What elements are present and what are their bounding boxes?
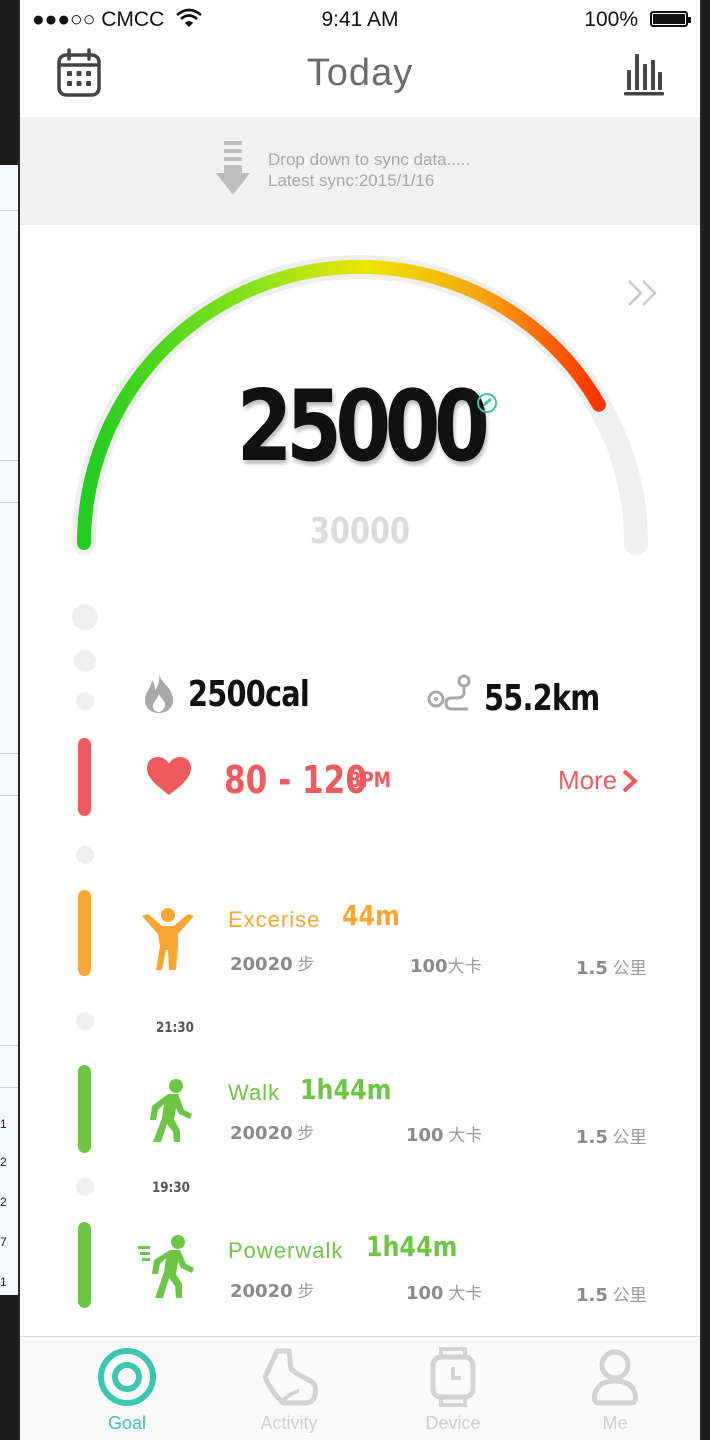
walk-bar bbox=[78, 1065, 91, 1153]
exercise-icon bbox=[142, 908, 194, 970]
activity-calories: 100大卡 bbox=[410, 956, 482, 977]
activity-duration: 44m bbox=[342, 899, 400, 932]
page-title: Today bbox=[306, 52, 414, 94]
heart-rate-unit: BPM bbox=[348, 768, 391, 792]
watch-icon bbox=[430, 1347, 476, 1407]
tab-label: Goal bbox=[107, 1413, 147, 1433]
nav-bar: Today bbox=[20, 40, 700, 116]
activity-duration: 1h44m bbox=[366, 1230, 458, 1263]
person-icon bbox=[592, 1349, 638, 1406]
flame-icon bbox=[145, 674, 173, 713]
chevron-right-icon[interactable] bbox=[620, 768, 640, 794]
sync-hint: Drop down to sync data..... bbox=[268, 150, 471, 169]
last-sync: Latest sync:2015/1/16 bbox=[268, 171, 435, 190]
activity-duration: 1h44m bbox=[300, 1073, 392, 1106]
more-link[interactable]: More bbox=[558, 765, 617, 796]
distance-value: 55.2km bbox=[484, 678, 600, 719]
activity-distance: 1.5 公里 bbox=[576, 1285, 647, 1306]
timeline-dot bbox=[76, 846, 94, 864]
heart-icon bbox=[147, 757, 191, 795]
background-row-number: 7 bbox=[0, 1235, 7, 1249]
background-row-number: 1 bbox=[0, 1275, 7, 1289]
edit-goal-icon[interactable] bbox=[476, 392, 498, 414]
background-row-number: 1 bbox=[0, 1117, 7, 1131]
status-bar: ●●●○○ CMCC 9:41 AM 100% bbox=[20, 0, 700, 40]
tab-activity[interactable]: Activity bbox=[204, 1337, 374, 1440]
powerwalk-icon bbox=[138, 1235, 194, 1298]
activity-steps: 20020 步 bbox=[230, 1123, 315, 1144]
calories-value: 2500cal bbox=[188, 674, 310, 715]
timeline-dot bbox=[76, 1178, 94, 1196]
tab-device[interactable]: Device bbox=[368, 1337, 538, 1440]
activity-steps: 20020 步 bbox=[230, 954, 315, 975]
activity-name: Powerwalk bbox=[228, 1238, 344, 1263]
tab-goal[interactable]: Goal bbox=[42, 1337, 212, 1440]
target-icon bbox=[98, 1348, 156, 1406]
activity-calories: 100 大卡 bbox=[406, 1283, 483, 1304]
activity-distance: 1.5 公里 bbox=[576, 958, 647, 979]
activity-calories: 100 大卡 bbox=[406, 1125, 483, 1146]
tab-bar: Goal Activity Device Me bbox=[20, 1336, 700, 1440]
exercise-bar bbox=[78, 890, 91, 976]
activity-time: 19:30 bbox=[152, 1180, 190, 1196]
sync-banner[interactable]: Drop down to sync data..... Latest sync:… bbox=[20, 117, 700, 225]
phone-screen: ●●●○○ CMCC 9:41 AM 100% Today Drop down … bbox=[20, 0, 700, 1440]
step-goal: 30000 bbox=[309, 511, 411, 552]
activity-steps: 20020 步 bbox=[230, 1281, 315, 1302]
powerwalk-bar bbox=[78, 1222, 91, 1308]
tab-label: Device bbox=[425, 1413, 481, 1433]
battery-icon bbox=[650, 11, 691, 27]
battery-percent: 100% bbox=[584, 8, 638, 31]
activity-name: Excerise bbox=[228, 907, 321, 932]
heart-rate-range: 80 - 120 bbox=[224, 758, 368, 802]
timeline-dot bbox=[76, 692, 94, 710]
route-icon bbox=[427, 674, 471, 711]
background-window: 1 2 2 7 1 bbox=[0, 165, 19, 1295]
tab-me[interactable]: Me bbox=[530, 1337, 700, 1440]
timeline-dot bbox=[76, 1012, 94, 1030]
walk-icon bbox=[150, 1079, 192, 1142]
step-count: 25000 bbox=[236, 370, 490, 484]
activity-distance: 1.5 公里 bbox=[576, 1127, 647, 1148]
double-chevron-right-icon[interactable] bbox=[626, 278, 660, 308]
background-row-number: 2 bbox=[0, 1195, 7, 1209]
heart-rate-bar bbox=[78, 738, 91, 816]
tab-label: Me bbox=[602, 1413, 628, 1433]
activity-name: Walk bbox=[228, 1080, 281, 1105]
timeline-dot bbox=[72, 604, 98, 630]
activity-time: 21:30 bbox=[156, 1020, 194, 1036]
background-row-number: 2 bbox=[0, 1155, 7, 1169]
pull-down-arrow-icon bbox=[216, 141, 250, 195]
tab-label: Activity bbox=[260, 1413, 318, 1433]
bar-chart-icon[interactable] bbox=[624, 50, 664, 96]
timeline-dot bbox=[74, 650, 96, 672]
shoe-icon bbox=[262, 1348, 318, 1406]
